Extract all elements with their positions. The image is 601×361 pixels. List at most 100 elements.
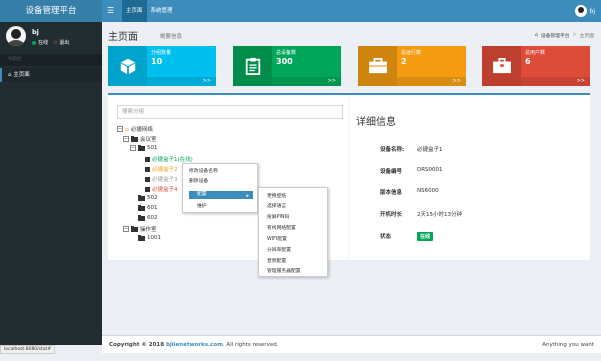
top-nav: 主页面 系统管理 — [122, 0, 177, 22]
tree-node-label: 操作室 — [140, 227, 157, 233]
status-badge: 在线 — [417, 232, 434, 241]
tree-node-602[interactable]: 602 — [138, 214, 158, 221]
submenu-item-wallpaper[interactable]: 更换壁纸 — [267, 192, 286, 199]
footer-right-text: Anything you want — [542, 342, 594, 348]
tree-node-502[interactable]: 502 — [138, 194, 158, 201]
detail-label: 版本信息 — [380, 190, 403, 196]
user-name-top: bj — [589, 7, 595, 15]
menu-item-delete[interactable]: 删除设备 — [189, 177, 208, 184]
home-icon: ⌂ — [534, 33, 538, 38]
collapse-icon[interactable]: − — [130, 145, 136, 151]
stat-box-users[interactable]: 总用户数 6 >> — [482, 46, 590, 86]
copyright-prefix: Copyright © 2018 — [109, 342, 166, 348]
online-dot-icon — [32, 40, 36, 45]
device-icon — [145, 166, 150, 172]
detail-label: 开机时长 — [380, 212, 403, 218]
tree-node-label: 必捷盒子4 — [152, 187, 178, 193]
detail-label: 设备名称: — [380, 147, 405, 153]
folder-icon — [131, 135, 138, 142]
breadcrumb-item[interactable]: 设备管理平台 — [541, 32, 570, 39]
search-input[interactable] — [117, 105, 343, 119]
status-online-text: 在线 — [38, 40, 49, 46]
stat-label: 总运行数 — [401, 50, 422, 56]
submenu: 更换壁纸 选择语言 投屏PIN码 有线网络配置 WIFI配置 分辨率配置 音频配… — [258, 187, 328, 277]
tree-node-label: 必捷盒子1(在线) — [152, 157, 193, 163]
tree-node-label: 必捷盒子3 — [152, 177, 178, 183]
tree-node-601[interactable]: 601 — [138, 204, 158, 211]
collapse-icon[interactable]: − — [117, 126, 123, 132]
tree-device-3[interactable]: 必捷盒子3 — [145, 175, 178, 183]
logout-icon[interactable]: ⊙ — [53, 40, 57, 46]
stat-box-devices[interactable]: 总设备数 300 >> — [233, 46, 341, 86]
folder-icon — [138, 144, 145, 151]
folder-icon — [138, 194, 145, 201]
copyright-link[interactable]: bjiienetworks.com — [166, 342, 223, 348]
sidebar-item-home[interactable]: ⌂ 主页面 — [0, 68, 102, 82]
submenu-item-resolution[interactable]: 分辨率配置 — [267, 246, 291, 253]
id-card-icon — [482, 46, 521, 86]
submenu-item-wifi[interactable]: WIFI配置 — [267, 235, 287, 242]
tree-node-label: 必捷盒子2 — [152, 167, 178, 173]
folder-icon — [138, 214, 145, 221]
menu-item-rename[interactable]: 修改设备名称 — [189, 167, 218, 174]
more-info-link[interactable]: >> — [147, 77, 216, 86]
logout-link[interactable]: 退出 — [59, 39, 69, 46]
stat-label: 总用户数 — [525, 50, 546, 56]
avatar — [574, 5, 587, 17]
detail-value: NS6000 — [417, 188, 439, 194]
detail-label: 设备编号 — [380, 169, 403, 175]
folder-icon — [138, 234, 145, 241]
tree-node-1001[interactable]: 1001 — [138, 234, 161, 241]
copyright: Copyright © 2018 bjiienetworks.com. All … — [109, 342, 278, 348]
app-logo[interactable]: 设备管理平台 — [0, 0, 102, 22]
more-info-link[interactable]: >> — [397, 77, 466, 86]
avatar — [6, 26, 26, 46]
menu-item-config[interactable]: 配置 ▸ — [189, 191, 253, 199]
collapse-icon[interactable]: − — [123, 226, 129, 232]
tree-device-2[interactable]: 必捷盒子2 — [145, 165, 178, 173]
tree-node-label: 601 — [147, 205, 158, 211]
device-icon — [145, 186, 150, 192]
tree-node-label: 必捷网络 — [130, 127, 153, 133]
tree-node-root[interactable]: − ⌂ 必捷网络 — [117, 125, 153, 133]
stat-box-groups[interactable]: 分组数量 10 >> — [108, 46, 216, 86]
menu-item-maintain[interactable]: 维护 — [197, 202, 207, 209]
nav-tab-home[interactable]: 主页面 — [122, 0, 147, 22]
submenu-item-server[interactable]: 管理服务器配置 — [267, 267, 301, 274]
breadcrumb-separator: > — [572, 33, 577, 38]
page-subtitle: 概要信息 — [160, 34, 183, 40]
submenu-item-wired[interactable]: 有线网络配置 — [267, 224, 296, 231]
content-header: 主页面 概要信息 ⌂ 设备管理平台 > 主页面 — [108, 28, 594, 44]
tree-node-501[interactable]: − 501 — [130, 144, 158, 151]
tree-node-label: 502 — [147, 195, 158, 201]
more-info-link[interactable]: >> — [521, 77, 590, 86]
user-panel: bj 在线 ⊙ 退出 — [0, 22, 102, 52]
detail-value: DRS0001 — [417, 167, 443, 173]
browser-status-bar: localhost:8080/stat# — [0, 345, 56, 354]
tree-node-label: 1001 — [147, 235, 161, 241]
detail-value: 必捷盒子1 — [417, 147, 443, 153]
user-menu[interactable]: bj — [574, 0, 595, 22]
collapse-icon[interactable]: − — [123, 136, 129, 142]
submenu-item-audio[interactable]: 音频配置 — [267, 257, 286, 264]
tree-node-label: 501 — [147, 145, 158, 151]
top-navbar: 设备管理平台 ☰ 主页面 系统管理 bj — [0, 0, 601, 22]
device-icon — [145, 156, 150, 162]
detail-label: 状态 — [380, 234, 392, 240]
nav-tab-system[interactable]: 系统管理 — [147, 0, 177, 22]
submenu-item-pin[interactable]: 投屏PIN码 — [267, 213, 289, 220]
sidebar-section-label: 导航栏 — [0, 54, 102, 66]
submenu-item-language[interactable]: 选择语言 — [267, 202, 286, 209]
stat-box-running[interactable]: 总运行数 2 >> — [358, 46, 466, 86]
stat-value: 10 — [151, 57, 163, 66]
tree-device-4[interactable]: 必捷盒子4 — [145, 185, 178, 193]
sidebar-toggle-icon[interactable]: ☰ — [107, 0, 114, 22]
sidebar-user-name: bj — [32, 28, 39, 36]
more-info-link[interactable]: >> — [272, 77, 341, 86]
menu-item-label: 配置 — [197, 192, 207, 197]
tree-node-label: 会议室 — [140, 137, 157, 143]
tree-node-office[interactable]: − 操作室 — [123, 225, 157, 233]
tree-device-1[interactable]: 必捷盒子1(在线) — [145, 155, 193, 163]
stat-value: 300 — [276, 57, 293, 66]
tree-node-room[interactable]: − 会议室 — [123, 135, 157, 143]
